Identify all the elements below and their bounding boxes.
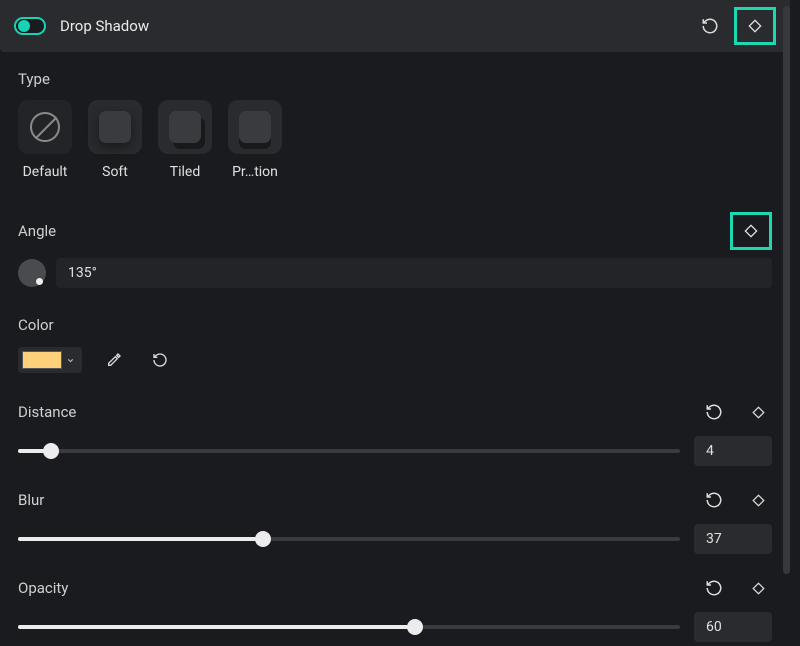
opacity-slider[interactable] <box>18 617 680 637</box>
color-controls <box>18 346 772 374</box>
type-section: Type Default Soft Tiled Pr…tion <box>0 52 790 188</box>
keyframe-icon <box>751 405 766 420</box>
blur-section: Blur 37 <box>0 470 790 558</box>
opacity-label: Opacity <box>18 579 68 597</box>
keyframe-icon <box>751 493 766 508</box>
opacity-section: Opacity 60 <box>0 558 790 646</box>
reset-icon <box>705 579 723 597</box>
reset-icon <box>705 403 723 421</box>
keyframe-icon <box>751 581 766 596</box>
color-label: Color <box>18 316 772 334</box>
type-option-projection[interactable]: Pr…tion <box>228 100 282 180</box>
type-option-default[interactable]: Default <box>18 100 72 180</box>
reset-header-button[interactable] <box>696 12 724 40</box>
reset-distance-button[interactable] <box>700 398 728 426</box>
keyframe-distance-button[interactable] <box>744 398 772 426</box>
distance-value[interactable]: 4 <box>694 436 772 466</box>
type-label: Type <box>18 70 772 88</box>
distance-slider[interactable] <box>18 441 680 461</box>
drop-shadow-panel: Drop Shadow Type Default Soft Tiled <box>0 0 790 580</box>
enable-toggle[interactable] <box>14 17 46 35</box>
type-option-soft[interactable]: Soft <box>88 100 142 180</box>
blur-slider[interactable] <box>18 529 680 549</box>
type-option-tiled[interactable]: Tiled <box>158 100 212 180</box>
angle-control <box>18 258 772 288</box>
blur-label: Blur <box>18 491 44 509</box>
blur-value[interactable]: 37 <box>694 524 772 554</box>
reset-color-button[interactable] <box>146 346 174 374</box>
angle-input[interactable] <box>56 258 772 288</box>
keyframe-icon <box>747 18 763 34</box>
slider-thumb[interactable] <box>43 443 59 459</box>
panel-title: Drop Shadow <box>60 17 696 35</box>
angle-label: Angle <box>18 222 56 240</box>
color-picker-button[interactable] <box>18 347 82 373</box>
reset-icon <box>701 17 719 35</box>
keyframe-blur-button[interactable] <box>744 486 772 514</box>
eyedropper-button[interactable] <box>100 346 128 374</box>
slider-thumb[interactable] <box>255 531 271 547</box>
reset-blur-button[interactable] <box>700 486 728 514</box>
opacity-value[interactable]: 60 <box>694 612 772 642</box>
keyframe-opacity-button[interactable] <box>744 574 772 602</box>
chevron-down-icon <box>62 356 78 365</box>
angle-knob[interactable] <box>18 259 46 287</box>
soft-swatch <box>88 100 142 154</box>
type-option-label: Tiled <box>170 164 200 180</box>
panel-header: Drop Shadow <box>0 0 790 52</box>
keyframe-icon <box>743 223 759 239</box>
default-swatch <box>18 100 72 154</box>
slider-thumb[interactable] <box>407 619 423 635</box>
reset-icon <box>705 491 723 509</box>
eyedropper-icon <box>106 352 122 368</box>
keyframe-angle-button[interactable] <box>730 212 772 250</box>
type-option-label: Soft <box>102 164 128 180</box>
tiled-swatch <box>158 100 212 154</box>
type-option-label: Default <box>23 164 68 180</box>
color-swatch <box>22 351 62 369</box>
keyframe-header-button[interactable] <box>734 7 776 45</box>
scrollbar[interactable] <box>783 6 790 574</box>
angle-section: Angle <box>0 188 790 298</box>
color-section: Color <box>0 298 790 382</box>
distance-section: Distance 4 <box>0 382 790 470</box>
projection-swatch <box>228 100 282 154</box>
distance-label: Distance <box>18 403 76 421</box>
type-option-label: Pr…tion <box>232 164 278 180</box>
type-options: Default Soft Tiled Pr…tion <box>18 100 772 180</box>
reset-icon <box>152 352 168 368</box>
reset-opacity-button[interactable] <box>700 574 728 602</box>
none-icon <box>30 112 60 142</box>
